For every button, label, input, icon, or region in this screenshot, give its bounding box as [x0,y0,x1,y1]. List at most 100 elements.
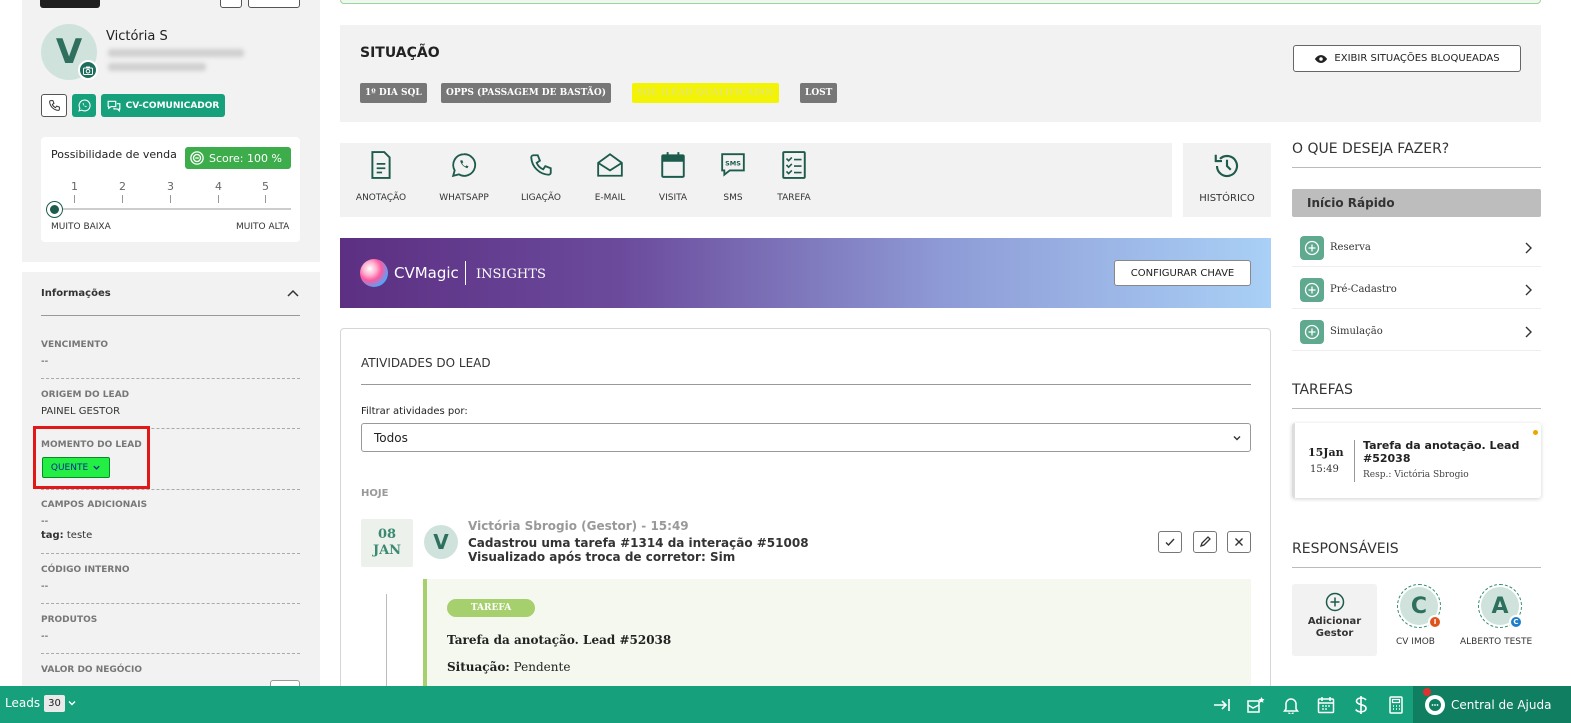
scale-number: 2 [119,180,126,193]
quick-item-label: Simulação [1330,326,1383,337]
action-email[interactable]: E-MAIL [580,151,640,203]
cv-comunicador-button[interactable]: CV-COMUNICADOR [101,94,225,117]
scale-tick [265,195,266,203]
scale-tick [74,195,75,203]
delete-activity-button[interactable] [1227,531,1251,553]
camera-icon[interactable] [78,60,98,80]
quick-start-header[interactable]: Início Rápido [1292,189,1541,217]
scale-low-label: MUITO BAIXA [51,222,111,232]
action-visita[interactable]: VISITA [643,151,703,203]
call-button[interactable] [41,94,67,117]
filter-label: Filtrar atividades por: [361,406,468,417]
chevron-right-icon [1525,242,1532,253]
activity-author-avatar: V [424,525,458,559]
responsible-avatar[interactable]: C I [1397,584,1442,629]
divider [361,384,1251,385]
task-status-value: Pendente [513,660,571,674]
status-button[interactable] [40,0,100,8]
calendar-icon[interactable] [1316,695,1336,715]
action-whatsapp[interactable]: WHATSAPP [434,151,494,203]
responsaveis-heading: RESPONSÁVEIS [1292,541,1399,557]
situacao-tag[interactable]: LOST [800,83,838,103]
edit-activity-button[interactable] [1193,531,1217,553]
action-sms[interactable]: SMS SMS [703,151,763,203]
calculator-icon[interactable] [1386,695,1406,715]
quick-item-reserva[interactable]: Reserva [1292,229,1541,267]
leads-label[interactable]: Leads [5,696,40,710]
activity-description: Cadastrou uma tarefa #1314 da interação … [468,536,809,550]
activity-author: Victória Sbrogio (Gestor) - 15:49 [468,519,689,533]
complete-activity-button[interactable] [1158,531,1182,553]
plus-circle-icon [1300,235,1324,260]
task-title: Tarefa da anotação. Lead #52038 [447,633,672,647]
task-summary-title: Tarefa da anotação. Lead #52038 [1363,439,1520,465]
quick-item-pre-cadastro[interactable]: Pré-Cadastro [1292,271,1541,309]
show-blocked-situations-button[interactable]: EXIBIR SITUAÇÕES BLOQUEADAS [1293,45,1521,72]
action-ligacao[interactable]: LIGAÇÃO [511,151,571,203]
activity-date: 08 JAN [361,519,413,567]
bell-icon[interactable] [1281,695,1301,715]
dollar-icon[interactable] [1351,695,1371,715]
divider [465,261,466,285]
divider [1292,167,1541,168]
activities-title: ATIVIDADES DO LEAD [361,356,491,370]
responsible-name: CV IMOB [1396,637,1435,647]
sms-icon: SMS [721,153,745,177]
what-todo-heading: O QUE DESEJA FAZER? [1292,141,1450,157]
action-tarefa[interactable]: TAREFA [764,151,824,203]
field-value: -- [41,631,49,642]
scale-high-label: MUITO ALTA [236,222,290,232]
activity-day: 08 [377,527,397,542]
divider [41,489,300,490]
historico-button[interactable]: HISTÓRICO [1183,143,1271,217]
action-label: ANOTAÇÃO [355,193,407,203]
configure-key-button[interactable]: CONFIGURAR CHAVE [1114,260,1251,286]
lead-activities-panel: ATIVIDADES DO LEAD Filtrar atividades po… [340,328,1271,699]
envelope-icon [597,153,623,177]
edit-button[interactable] [248,0,300,8]
cvmagic-insights-banner: CVMagic INSIGHTS CONFIGURAR CHAVE [340,238,1271,308]
scale-number: 3 [167,180,174,193]
chat-bubbles-icon [107,100,121,112]
chevron-down-icon[interactable] [67,698,77,708]
role-badge: I [1428,615,1442,629]
task-responsible: Resp.: Victória Sbrogio [1363,470,1469,480]
divider [1292,408,1541,409]
situacao-tag[interactable]: 1º DIA SQL [360,83,427,103]
task-card: TAREFA Tarefa da anotação. Lead #52038 S… [423,579,1251,699]
info-heading: Informações [41,288,111,299]
cvmagic-logo-icon [360,259,388,287]
divider [1292,567,1541,568]
phone-icon [530,154,552,176]
chevron-up-icon[interactable] [285,286,301,302]
pencil-icon [1199,536,1211,548]
responsible-avatar[interactable]: A C [1478,584,1523,629]
task-summary-card[interactable]: 15Jan 15:49 Tarefa da anotação. Lead #52… [1292,423,1541,498]
day-heading: HOJE [361,488,389,499]
field-label: CAMPOS ADICIONAIS [41,500,148,510]
tag-field: tag: teste [41,530,92,541]
action-anotacao[interactable]: ANOTAÇÃO [351,151,411,203]
activity-filter-select[interactable]: Todos [361,423,1251,452]
avatar-initial: V [433,530,449,554]
score-slider-handle[interactable] [47,202,62,217]
tarefas-heading: TAREFAS [1292,382,1353,398]
add-gestor-button[interactable]: Adicionar Gestor [1292,584,1377,656]
score-slider-track[interactable] [54,208,291,210]
help-center-button[interactable]: Central de Ajuda [1413,686,1571,723]
scale-tick [170,195,171,203]
phone-icon [48,100,60,111]
collapse-right-icon[interactable] [1212,695,1232,715]
close-icon [1235,538,1243,546]
whatsapp-button[interactable] [72,94,96,117]
cv-comunicador-label: CV-COMUNICADOR [125,100,220,111]
filter-value: Todos [374,430,408,445]
help-center-label: Central de Ajuda [1451,697,1552,712]
lead-email-blurred [108,49,244,57]
quick-item-simulacao[interactable]: Simulação [1292,313,1541,351]
print-button[interactable] [220,0,242,8]
scale-tick [218,195,219,203]
situacao-tag-active[interactable]: SQL (LEAD QUALIFICADO) [632,83,779,103]
situacao-tag[interactable]: OPPS (PASSAGEM DE BASTÃO) [441,83,611,103]
mailbox-star-icon[interactable] [1246,695,1266,715]
